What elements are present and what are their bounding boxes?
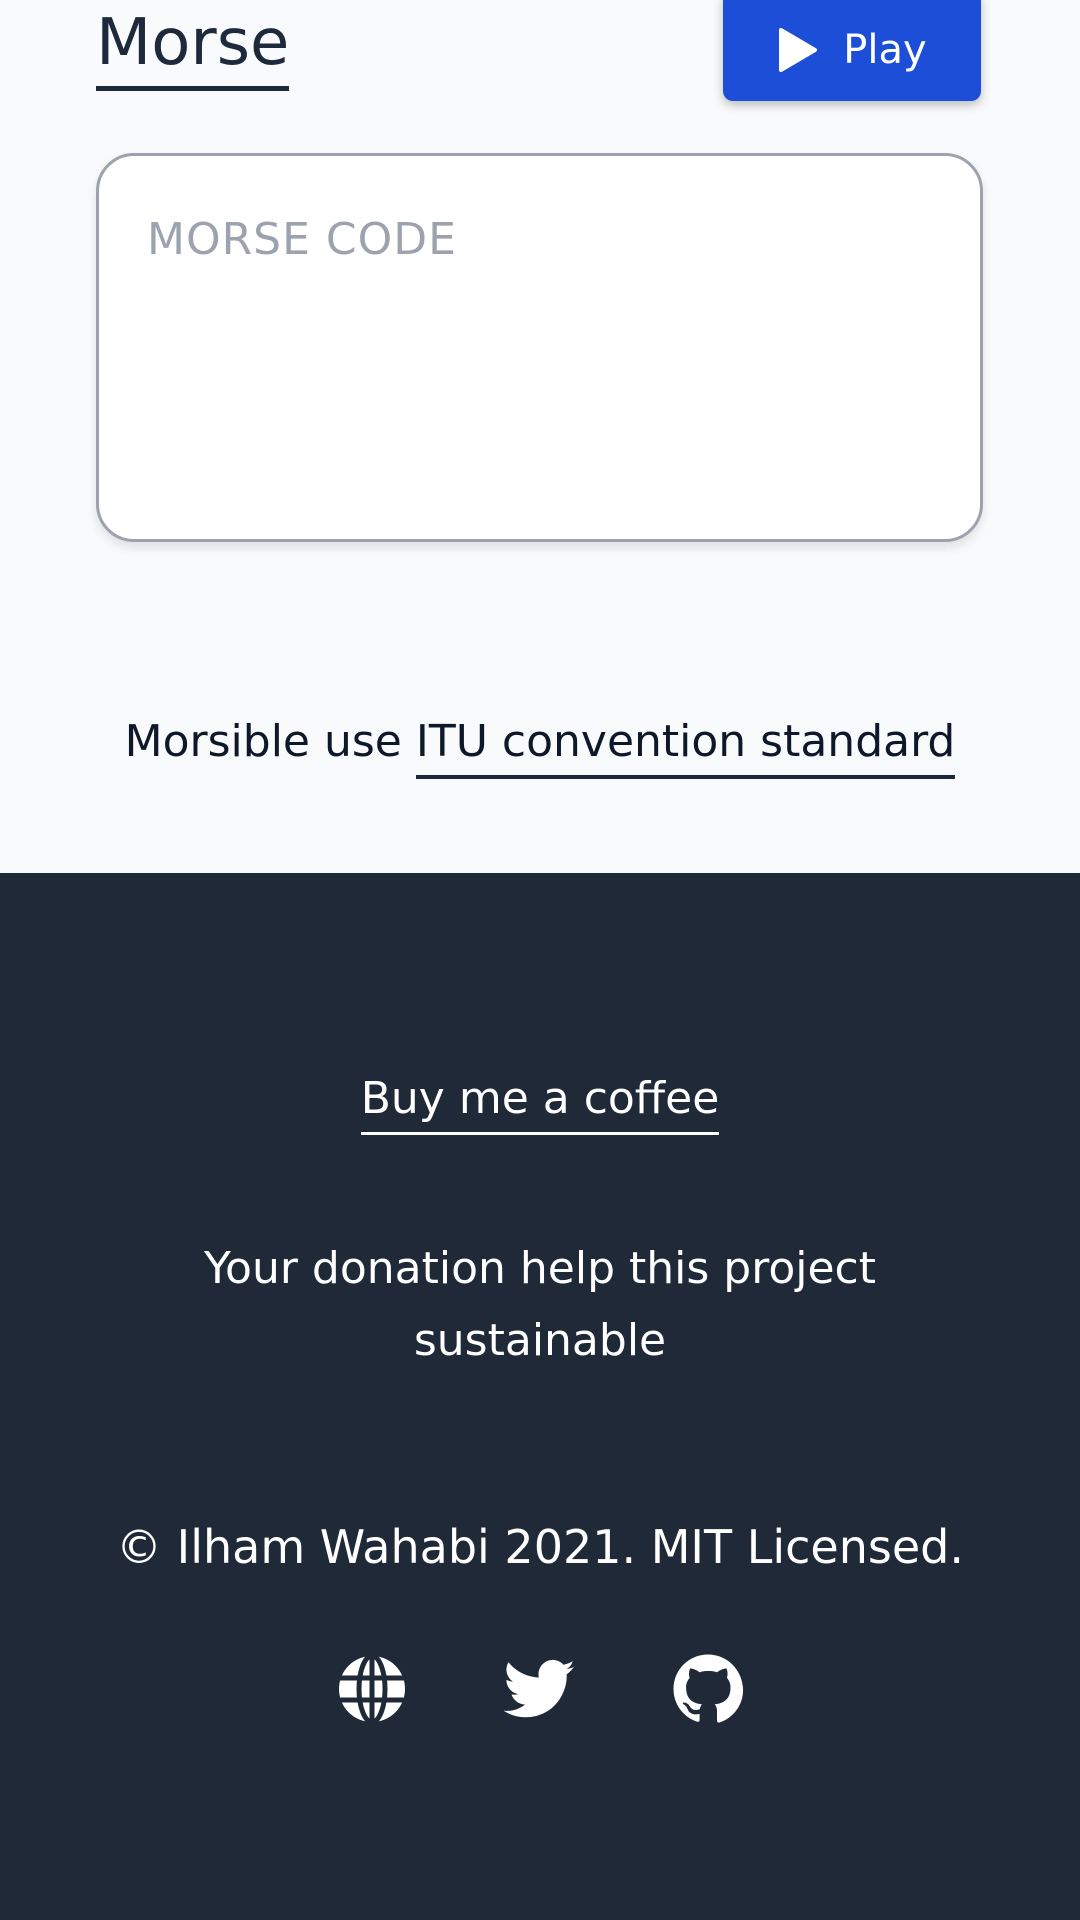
- github-icon: [673, 1654, 744, 1723]
- main-section: Morse Play Morsible use ITU convention s…: [0, 0, 1080, 873]
- morse-code-input[interactable]: [96, 153, 983, 542]
- standard-info-text: Morsible use: [124, 716, 416, 767]
- standard-info: Morsible use ITU convention standard: [0, 712, 1080, 779]
- footer: Buy me a coffee Your donation help this …: [0, 873, 1080, 1920]
- page-title: Morse: [96, 0, 290, 91]
- play-icon: [779, 28, 818, 72]
- play-button[interactable]: Play: [723, 0, 981, 101]
- buy-coffee-link[interactable]: Buy me a coffee: [360, 1073, 720, 1135]
- twitter-link[interactable]: [504, 1653, 576, 1725]
- coffee-section: Buy me a coffee: [0, 1069, 1080, 1135]
- social-links: [0, 1653, 1080, 1725]
- github-link[interactable]: [672, 1653, 744, 1725]
- copyright-text: © Ilham Wahabi 2021. MIT Licensed.: [116, 1520, 964, 1574]
- play-button-label: Play: [843, 27, 927, 73]
- twitter-icon: [504, 1659, 575, 1718]
- itu-standard-link[interactable]: ITU convention standard: [415, 716, 956, 779]
- donation-text: Your donation help this project sustaina…: [204, 1243, 876, 1366]
- website-link[interactable]: [336, 1653, 408, 1725]
- globe-icon: [339, 1653, 405, 1725]
